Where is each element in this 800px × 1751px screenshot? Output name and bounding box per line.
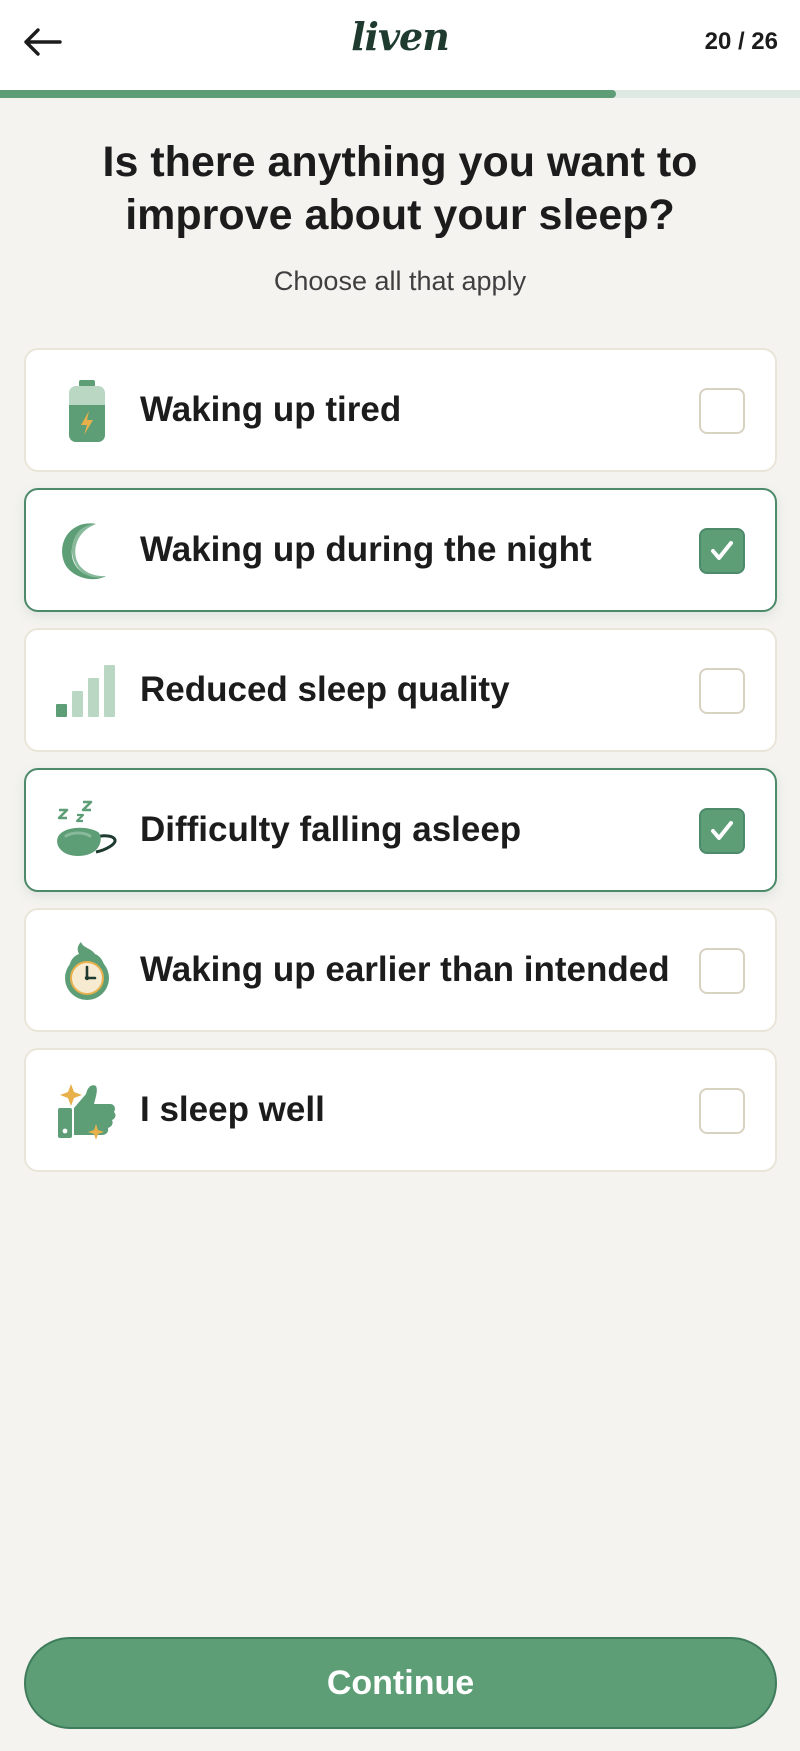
question-subtitle: Choose all that apply [273, 266, 527, 296]
quiz-page: liven 20 / 26 Is there anything you want… [0, 0, 800, 1751]
app-logo: liven [351, 14, 450, 59]
progress-bar-fill [0, 90, 616, 98]
option-checkbox[interactable] [699, 1088, 745, 1134]
signal-bars-icon [56, 660, 118, 722]
check-icon [711, 541, 733, 560]
option-checkbox[interactable] [699, 528, 745, 574]
battery-icon [56, 380, 118, 442]
option-waking-up-tired[interactable]: Waking up tired [24, 348, 777, 472]
option-reduced-sleep-quality[interactable]: Reduced sleep quality [24, 628, 777, 752]
option-label: Reduced sleep quality [140, 670, 510, 709]
option-i-sleep-well[interactable]: I sleep well [24, 1048, 777, 1172]
options-list: Waking up tired Waking up during the nig… [24, 348, 777, 1188]
option-waking-up-earlier[interactable]: Waking up earlier than intended [24, 908, 777, 1032]
option-label: Waking up earlier than intended [140, 950, 670, 989]
option-checkbox[interactable] [699, 388, 745, 434]
option-label: I sleep well [140, 1090, 325, 1129]
option-label: Waking up tired [140, 390, 402, 429]
option-label: Waking up during the night [140, 530, 592, 569]
thumbs-up-icon [56, 1080, 118, 1142]
alarm-clock-icon [56, 940, 118, 1002]
option-label: Difficulty falling asleep [140, 810, 522, 849]
progress-bar [0, 90, 800, 98]
top-bar: liven 20 / 26 [0, 0, 800, 90]
check-icon [711, 821, 733, 840]
sleep-mask-icon [56, 800, 118, 862]
option-checkbox[interactable] [699, 808, 745, 854]
question-title: Is there anything you want to improve ab… [102, 138, 698, 239]
option-checkbox[interactable] [699, 948, 745, 994]
option-waking-up-during-night[interactable]: Waking up during the night [24, 488, 777, 612]
option-difficulty-falling-asleep[interactable]: Difficulty falling asleep [24, 768, 777, 892]
option-checkbox[interactable] [699, 668, 745, 714]
continue-button[interactable]: Continue [24, 1637, 777, 1729]
step-counter: 20 / 26 [704, 28, 778, 55]
moon-icon [56, 520, 118, 582]
